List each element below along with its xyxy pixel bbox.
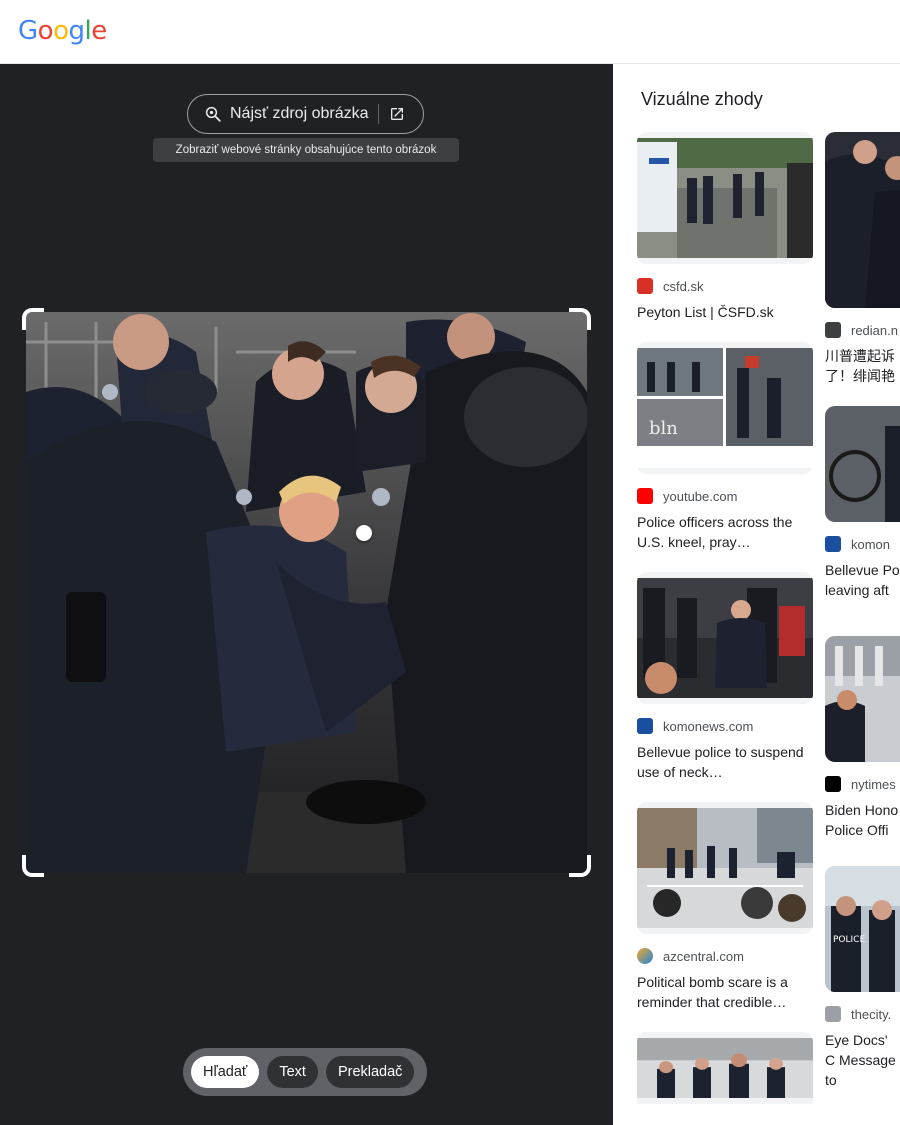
result-title[interactable]: Bellevue Po leaving aft: [825, 560, 900, 600]
result-source-label: youtube.com: [663, 488, 738, 504]
result-thumbnail[interactable]: [825, 636, 900, 762]
google-logo[interactable]: Google: [18, 16, 107, 46]
result-source[interactable]: youtube.com: [637, 488, 813, 504]
result-source[interactable]: azcentral.com: [637, 948, 813, 964]
selected-image[interactable]: [22, 308, 591, 877]
result-source[interactable]: nytimes: [825, 776, 900, 792]
result-source-label: nytimes: [851, 776, 896, 792]
result-title[interactable]: Biden Hono Police Offi: [825, 800, 900, 840]
top-bar: Google: [0, 0, 900, 64]
result-title[interactable]: Bellevue police to suspend use of neck…: [637, 742, 813, 782]
result-title[interactable]: Peyton List | ČSFD.sk: [637, 302, 813, 322]
result-card[interactable]: POLICE thecity. Eye Docs' C Message to: [825, 866, 900, 1090]
result-source-label: komon: [851, 536, 891, 552]
result-thumbnail[interactable]: [637, 132, 813, 264]
crop-handle-top-right[interactable]: [569, 308, 591, 330]
redian-favicon-icon: [825, 322, 841, 338]
result-card[interactable]: nytimes Biden Hono Police Offi: [825, 636, 900, 840]
result-source-label: komonews.com: [663, 718, 754, 734]
nytimes-favicon-icon: [825, 776, 841, 792]
result-card[interactable]: azcentral.com Political bomb scare is a …: [637, 802, 813, 1012]
crop-handle-bottom-left[interactable]: [22, 855, 44, 877]
result-title[interactable]: Police officers across the U.S. kneel, p…: [637, 512, 813, 552]
komonews-favicon-icon: [637, 718, 653, 734]
crop-handle-bottom-right[interactable]: [569, 855, 591, 877]
lens-search-icon: [205, 106, 221, 122]
divider: [377, 104, 379, 124]
open-in-new-icon[interactable]: [389, 106, 405, 122]
result-card[interactable]: csfd.sk Peyton List | ČSFD.sk: [637, 132, 813, 322]
result-title[interactable]: Political bomb scare is a reminder that …: [637, 972, 813, 1012]
azcentral-favicon-icon: [637, 948, 653, 964]
result-card[interactable]: [637, 1032, 813, 1104]
result-card[interactable]: redian.n 川普遭起诉了！绯闻艳: [825, 132, 900, 386]
find-image-source-button[interactable]: Nájsť zdroj obrázka: [187, 94, 424, 134]
result-card[interactable]: bln youtube.com Police officers across t…: [637, 342, 813, 552]
object-selector-dot[interactable]: [356, 525, 372, 541]
results-pane: Vizuálne zhody csfd.sk Peyton List | ČSF…: [613, 64, 900, 1125]
mode-text-button[interactable]: Text: [267, 1056, 318, 1088]
result-source[interactable]: komonews.com: [637, 718, 813, 734]
find-image-source-label: Nájsť zdroj obrázka: [230, 105, 369, 122]
result-thumbnail[interactable]: [825, 132, 900, 308]
result-source-label: redian.n: [851, 322, 898, 338]
result-source[interactable]: komon: [825, 536, 900, 552]
svg-text:POLICE: POLICE: [833, 935, 865, 945]
mode-translate-button[interactable]: Prekladač: [325, 1056, 415, 1088]
crop-handle-top-left[interactable]: [22, 308, 44, 330]
youtube-favicon-icon: [637, 488, 653, 504]
result-source[interactable]: thecity.: [825, 1006, 900, 1022]
result-source[interactable]: redian.n: [825, 322, 900, 338]
result-card[interactable]: komonews.com Bellevue police to suspend …: [637, 572, 813, 782]
mode-search-button[interactable]: Hľadať: [191, 1056, 260, 1088]
result-title[interactable]: Eye Docs' C Message to: [825, 1030, 900, 1090]
image-viewer-pane: Nájsť zdroj obrázka Zobraziť webové strá…: [0, 64, 613, 1125]
result-card[interactable]: komon Bellevue Po leaving aft: [825, 406, 900, 600]
thecity-favicon-icon: [825, 1006, 841, 1022]
result-source-label: csfd.sk: [663, 278, 704, 294]
result-source[interactable]: csfd.sk: [637, 278, 813, 294]
photo: [26, 312, 587, 873]
tooltip: Zobraziť webové stránky obsahujúce tento…: [153, 138, 459, 162]
komonews-favicon-icon: [825, 536, 841, 552]
result-source-label: azcentral.com: [663, 948, 744, 964]
result-source-label: thecity.: [851, 1006, 892, 1022]
result-title[interactable]: 川普遭起诉了！绯闻艳: [825, 346, 900, 386]
result-thumbnail[interactable]: [637, 802, 813, 934]
result-thumbnail[interactable]: POLICE: [825, 866, 900, 992]
result-thumbnail[interactable]: [825, 406, 900, 522]
results-title: Vizuálne zhody: [641, 89, 763, 109]
result-thumbnail[interactable]: [637, 1032, 813, 1104]
csfd-favicon-icon: [637, 278, 653, 294]
result-thumbnail[interactable]: bln: [637, 342, 813, 474]
result-thumbnail[interactable]: [637, 572, 813, 704]
svg-text:bln: bln: [649, 418, 678, 439]
mode-switcher: Hľadať Text Prekladač: [183, 1048, 427, 1096]
